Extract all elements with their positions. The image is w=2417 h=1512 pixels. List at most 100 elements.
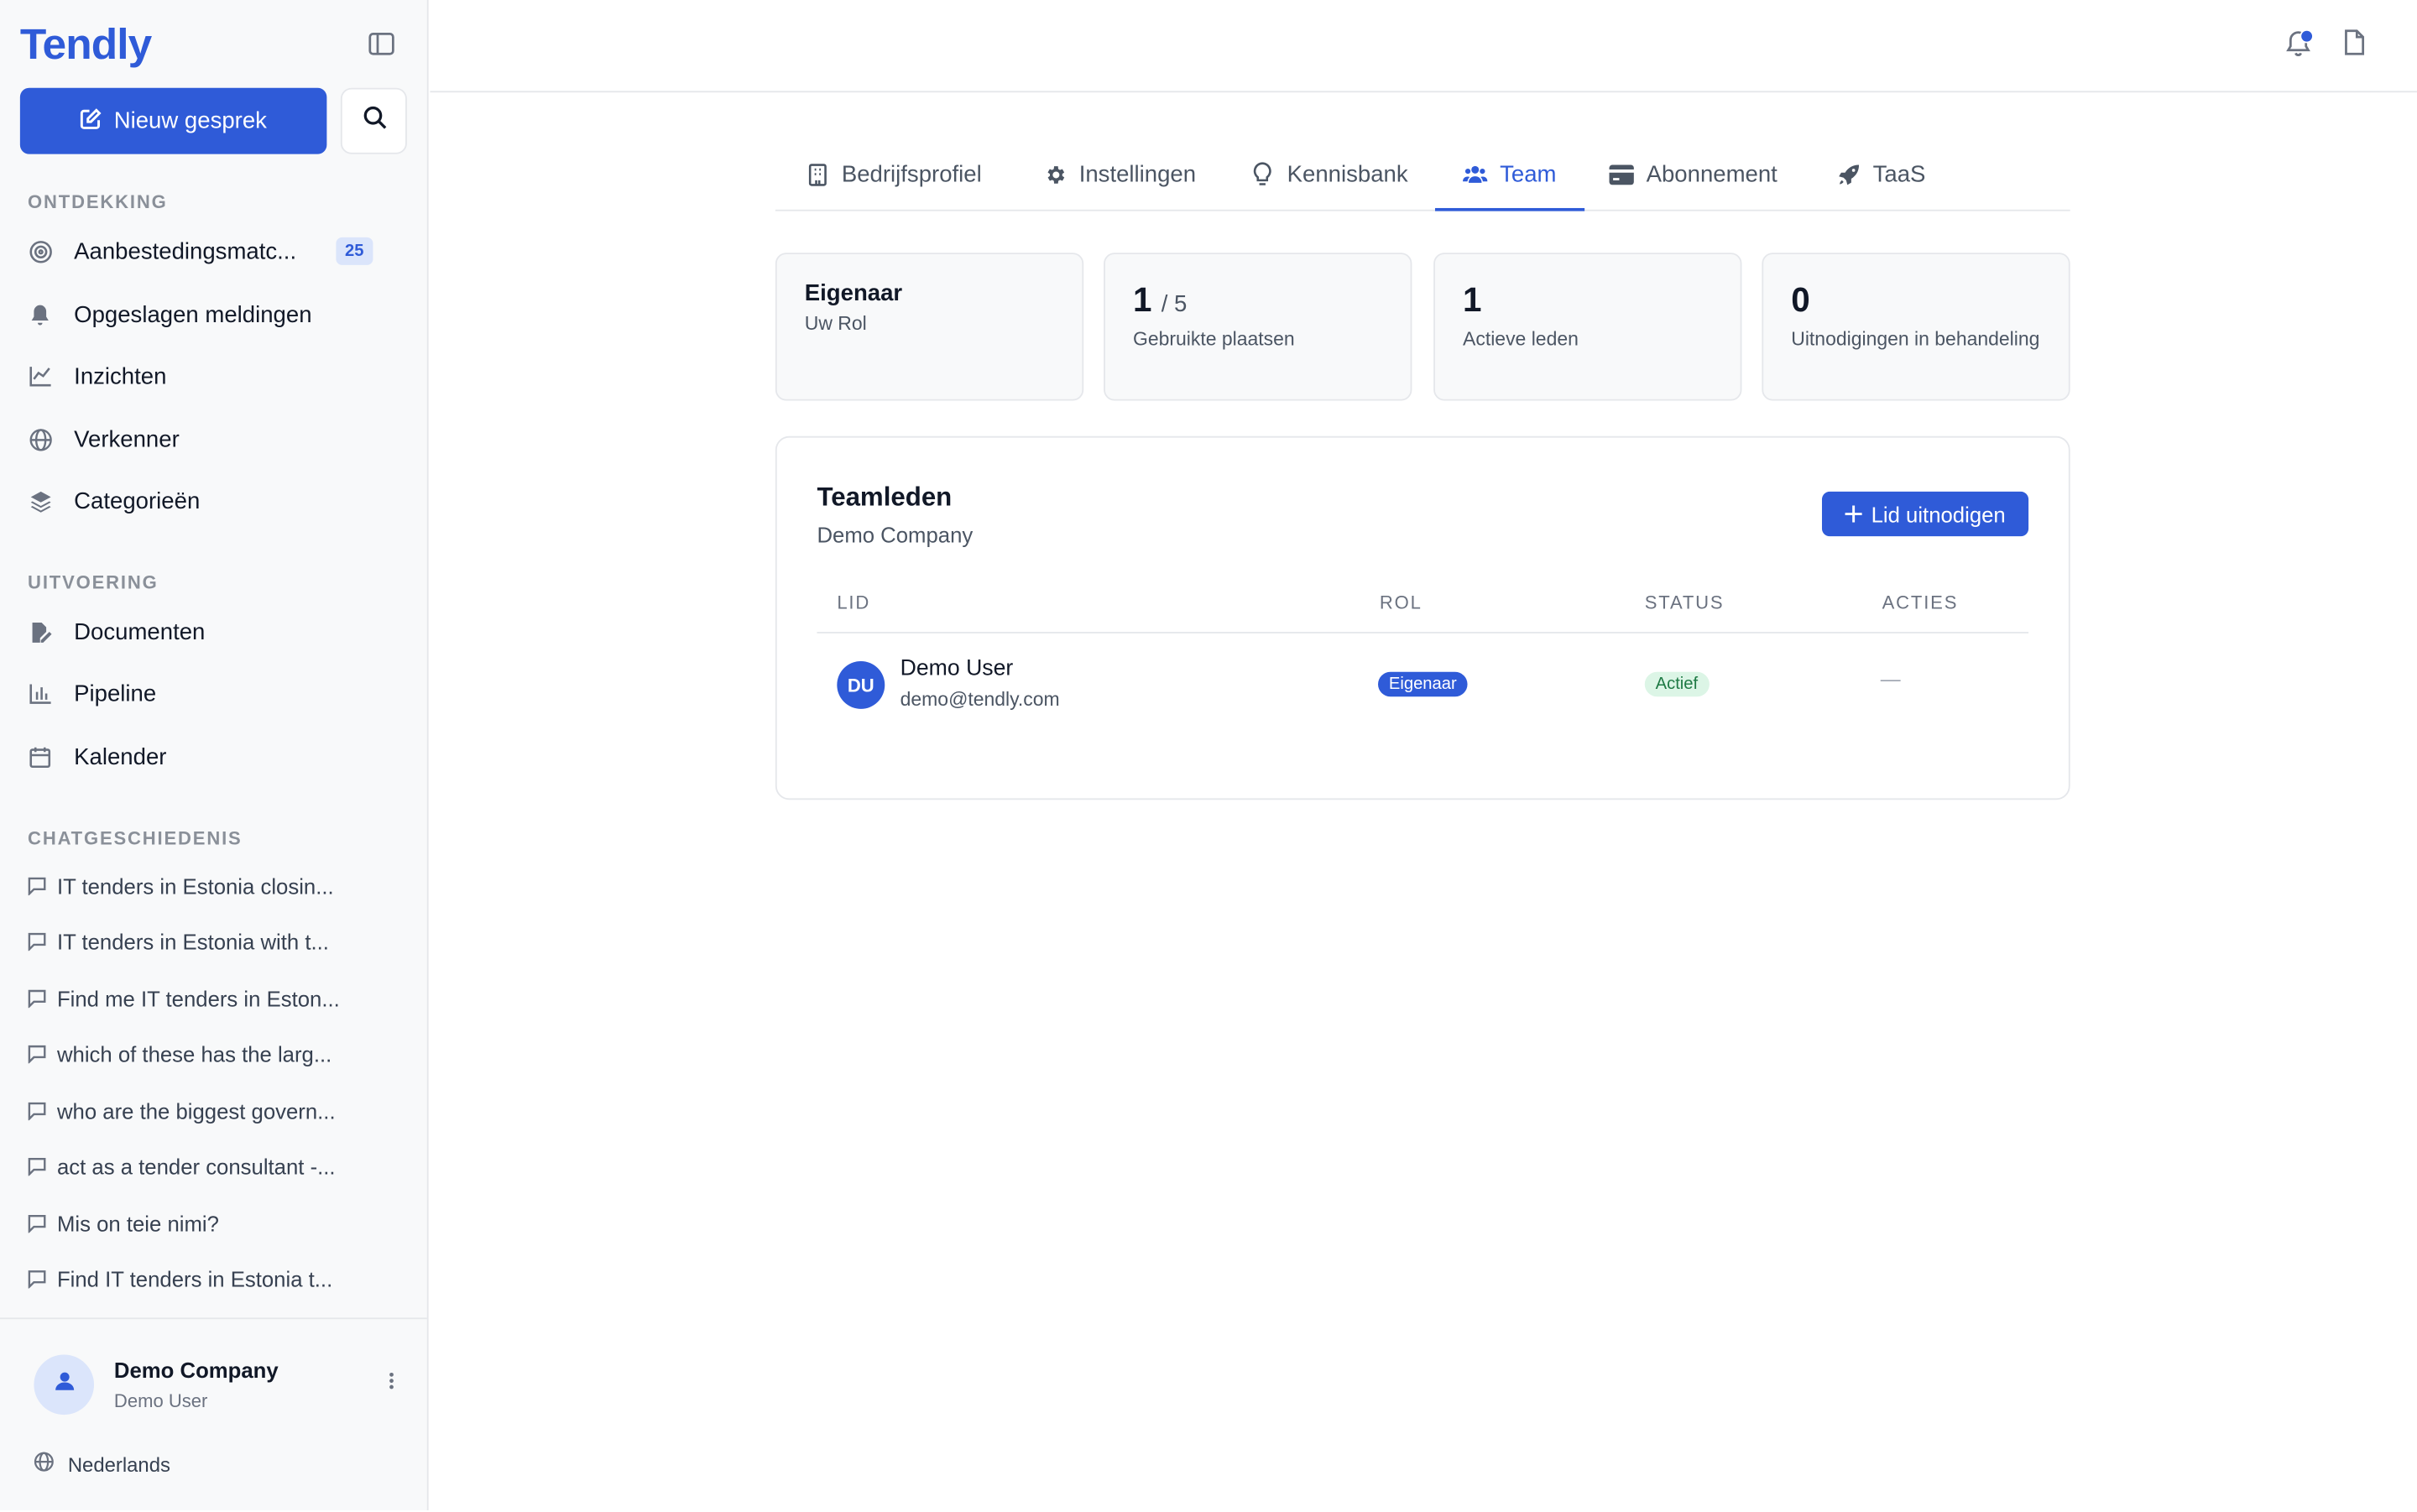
chat-history-item[interactable]: who are the biggest govern... <box>28 1094 398 1128</box>
card-title: Teamleden <box>817 482 953 512</box>
tab-team[interactable]: Team <box>1435 138 1584 211</box>
chat-bubble-icon <box>28 1214 46 1233</box>
stat-value: 1 / 5 <box>1132 280 1188 320</box>
column-header-member: LID <box>837 592 871 614</box>
globe-icon <box>34 1452 54 1476</box>
plus-icon <box>1845 502 1862 526</box>
chat-bubble-icon <box>28 1102 46 1121</box>
chat-bubble-icon <box>28 1270 46 1289</box>
new-chat-label: Nieuw gesprek <box>113 107 267 134</box>
stat-card-role: Eigenaar Uw Rol <box>775 253 1084 401</box>
avatar: DU <box>837 660 885 709</box>
search-button[interactable] <box>340 87 407 154</box>
sidebar-item-insights[interactable]: Inzichten <box>28 353 413 399</box>
tab-label: Instellingen <box>1078 160 1197 188</box>
sidebar-item-label: Inzichten <box>74 362 167 389</box>
building-icon <box>805 162 829 186</box>
sidebar-item-pipeline[interactable]: Pipeline <box>28 670 413 717</box>
gear-icon <box>1042 162 1067 186</box>
member-name: Demo User <box>900 656 1014 681</box>
table-header: LID ROL STATUS ACTIES <box>817 586 2029 633</box>
stat-value: 1 <box>1463 280 1482 320</box>
edit-icon <box>80 107 102 135</box>
chat-history-item[interactable]: IT tenders in Estonia closin... <box>28 869 398 903</box>
stat-card-pending-invites: 0 Uitnodigingen in behandeling <box>1762 253 2070 401</box>
section-title-chat-history: CHATGESCHIEDENIS <box>28 827 243 850</box>
stat-card-seats: 1 / 5 Gebruikte plaatsen <box>1104 253 1412 401</box>
account-menu-button[interactable] <box>379 1370 404 1398</box>
chat-history-item[interactable]: Find me IT tenders in Eston... <box>28 982 398 1015</box>
stat-label: Uw Rol <box>804 312 867 335</box>
tab-knowledge-base[interactable]: Kennisbank <box>1250 138 1408 209</box>
sidebar-item-saved-alerts[interactable]: Opgeslagen meldingen <box>28 291 413 337</box>
sidebar-item-categories[interactable]: Categorieën <box>28 477 413 524</box>
notification-dot <box>2300 29 2314 44</box>
sidebar-item-label: Aanbestedingsmatc... <box>74 237 297 264</box>
chat-history-item[interactable]: Mis on teie nimi? <box>28 1207 398 1240</box>
sidebar-item-calendar[interactable]: Kalender <box>28 733 413 779</box>
sidebar-item-tender-matches[interactable]: Aanbestedingsmatc... 25 <box>28 228 413 274</box>
language-selector[interactable]: Nederlands <box>34 1452 170 1476</box>
sidebar-item-documents[interactable]: Documenten <box>28 608 413 654</box>
credit-card-icon <box>1609 162 1634 186</box>
sidebar: Tendly Nieuw gesprek ONTDEKKING Aanbeste… <box>0 0 429 1510</box>
stat-card-active-members: 1 Actieve leden <box>1433 253 1742 401</box>
chat-history-item[interactable]: act as a tender consultant -... <box>28 1150 398 1183</box>
documents-button[interactable] <box>2336 28 2370 65</box>
chat-history-item[interactable]: Find IT tenders in Estonia t... <box>28 1262 398 1296</box>
sidebar-item-explorer[interactable]: Verkenner <box>28 416 413 462</box>
settings-tabs: Bedrijfsprofiel Instellingen Kennisbank … <box>775 138 2070 211</box>
top-bar <box>430 0 2417 93</box>
bell-icon <box>28 302 52 326</box>
card-subtitle: Demo Company <box>817 522 974 548</box>
member-email: demo@tendly.com <box>900 689 1060 711</box>
sidebar-item-label: Categorieën <box>74 487 201 514</box>
sidebar-item-label: Verkenner <box>74 425 180 453</box>
stat-label: Actieve leden <box>1463 328 1579 350</box>
document-icon <box>2343 29 2365 63</box>
chat-bubble-icon <box>28 989 46 1009</box>
role-badge: Eigenaar <box>1378 671 1468 697</box>
globe-icon <box>28 427 52 451</box>
target-icon <box>28 239 52 263</box>
language-label: Nederlands <box>67 1452 170 1476</box>
tab-settings[interactable]: Instellingen <box>1042 138 1196 209</box>
new-chat-button[interactable]: Nieuw gesprek <box>19 87 327 154</box>
layers-icon <box>28 488 52 513</box>
users-icon <box>1463 162 1488 186</box>
tab-company-profile[interactable]: Bedrijfsprofiel <box>805 138 982 209</box>
tab-subscription[interactable]: Abonnement <box>1609 138 1778 209</box>
column-header-role: ROL <box>1379 592 1423 614</box>
invite-member-button[interactable]: Lid uitnodigen <box>1821 491 2029 537</box>
avatar[interactable] <box>34 1354 95 1416</box>
lightbulb-icon <box>1250 162 1275 186</box>
sidebar-footer: Demo Company Demo User Nederlands <box>0 1317 427 1511</box>
chat-bubble-icon <box>28 1045 46 1064</box>
sidebar-item-label: Opgeslagen meldingen <box>74 301 312 328</box>
chat-bubble-icon <box>28 877 46 896</box>
tab-label: TaaS <box>1872 160 1926 188</box>
chat-bubble-icon <box>28 932 46 952</box>
sidebar-item-label: Kalender <box>74 743 167 770</box>
tab-taas[interactable]: TaaS <box>1836 138 1926 209</box>
sidebar-item-label: Pipeline <box>74 680 157 707</box>
table-row: DU Demo User demo@tendly.com Eigenaar Ac… <box>817 633 2028 735</box>
chat-history-item[interactable]: IT tenders in Estonia with t... <box>28 925 398 958</box>
stat-label: Uitnodigingen in behandeling <box>1791 328 2040 350</box>
logo[interactable]: Tendly <box>20 20 152 70</box>
sidebar-toggle-button[interactable] <box>363 31 397 65</box>
calendar-icon <box>28 744 52 769</box>
chat-history-item[interactable]: which of these has the larg... <box>28 1037 398 1071</box>
stat-label: Gebruikte plaatsen <box>1132 328 1295 350</box>
column-header-status: STATUS <box>1644 592 1725 614</box>
file-edit-icon <box>28 619 52 644</box>
sidebar-item-label: Documenten <box>74 618 206 645</box>
tab-label: Team <box>1500 160 1557 188</box>
count-badge: 25 <box>335 237 373 265</box>
line-chart-icon <box>28 363 52 388</box>
notifications-button[interactable] <box>2281 28 2315 65</box>
chat-bubble-icon <box>28 1157 46 1176</box>
status-badge: Actief <box>1644 671 1710 697</box>
actions-placeholder: — <box>1880 667 1901 691</box>
bar-chart-icon <box>28 681 52 706</box>
